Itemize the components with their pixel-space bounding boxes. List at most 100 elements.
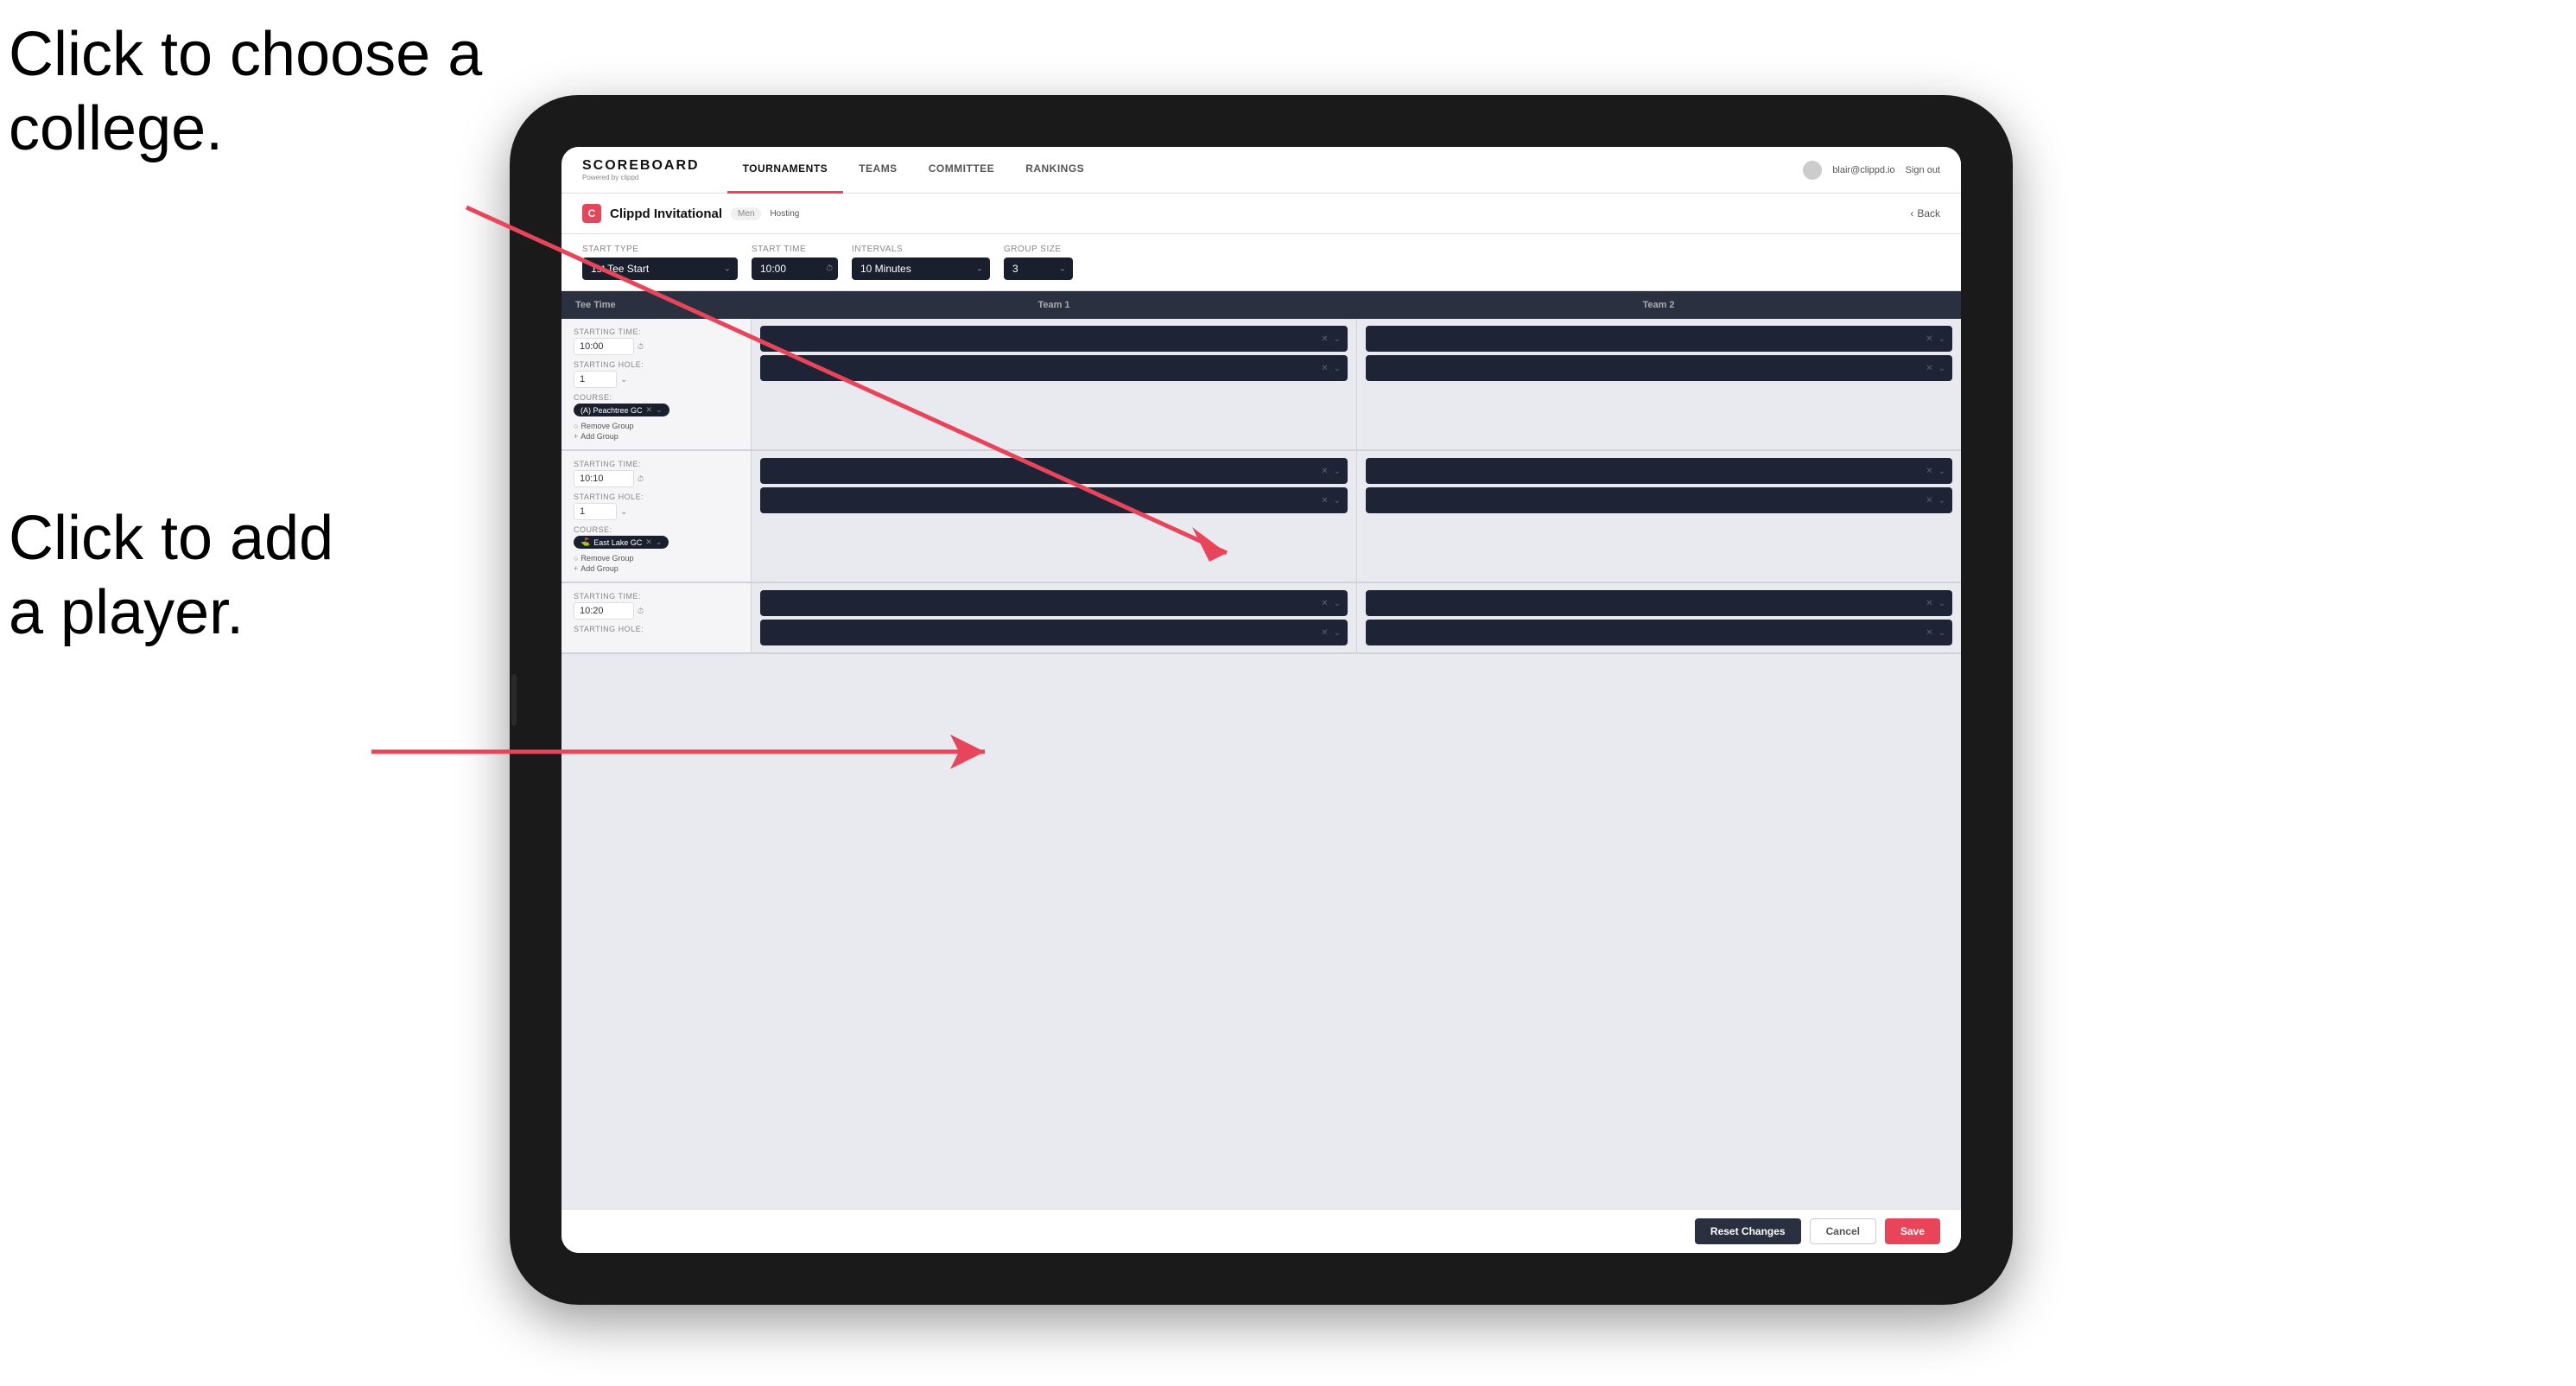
group-team2-2: ✕ ⌄ ✕ ⌄ <box>1356 451 1961 582</box>
reset-button[interactable]: Reset Changes <box>1695 1218 1801 1244</box>
slot-arrow-2-t2-1[interactable]: ⌄ <box>1938 467 1945 476</box>
starting-hole-input-1[interactable] <box>574 371 617 388</box>
sign-out-link[interactable]: Sign out <box>1906 165 1940 175</box>
event-title-row: C Clippd Invitational Men Hosting <box>582 204 799 223</box>
slot-x-2-t2-2[interactable]: ✕ <box>1926 496 1932 505</box>
starting-time-input-3[interactable] <box>574 602 634 620</box>
starting-time-input-1[interactable] <box>574 338 634 355</box>
course-arrow-btn-2[interactable]: ⌄ <box>656 537 663 547</box>
annotation-bottom: Click to add a player. <box>9 501 333 651</box>
starting-time-input-2[interactable] <box>574 470 634 487</box>
remove-icon-2: ○ <box>574 554 578 563</box>
player-slot-1-t2-2[interactable]: ✕ ⌄ <box>1366 355 1952 381</box>
course-label-2: COURSE: <box>574 525 739 534</box>
course-tag-1[interactable]: (A) Peachtree GC ✕ ⌄ <box>574 404 669 416</box>
start-type-select-wrapper: 1st Tee Start <box>582 257 738 280</box>
slot-arrow-3-t2-1[interactable]: ⌄ <box>1938 599 1945 608</box>
slot-arrow-t2-2[interactable]: ⌄ <box>1938 364 1945 373</box>
logo-subtitle: Powered by clippd <box>582 174 700 181</box>
player-slot-1-t2-1[interactable]: ✕ ⌄ <box>1366 326 1952 352</box>
time-icon-3: ⏱ <box>638 607 644 616</box>
start-time-input[interactable] <box>752 257 838 280</box>
intervals-select-wrapper: 10 Minutes <box>852 257 990 280</box>
slot-arrow-3-2[interactable]: ⌄ <box>1334 628 1341 638</box>
player-slot-3-t2-2[interactable]: ✕ ⌄ <box>1366 620 1952 645</box>
slot-x-2-t2-1[interactable]: ✕ <box>1926 467 1932 476</box>
tee-table: STARTING TIME: ⏱ STARTING HOLE: ⌄ COURSE… <box>562 319 1961 1209</box>
group-team1-3: ✕ ⌄ ✕ ⌄ <box>752 583 1356 652</box>
slot-x-2-2[interactable]: ✕ <box>1321 496 1328 505</box>
slot-x-t2-2[interactable]: ✕ <box>1926 364 1932 373</box>
player-slot-1-2[interactable]: ✕ ⌄ <box>760 355 1348 381</box>
slot-arrow-2-t2-2[interactable]: ⌄ <box>1938 496 1945 505</box>
tab-committee[interactable]: Committee <box>913 147 1011 194</box>
nav-tabs: Tournaments Teams Committee Rankings <box>727 147 1804 194</box>
group-row-3: STARTING TIME: ⏱ STARTING HOLE: ✕ <box>562 583 1961 654</box>
player-slot-3-2[interactable]: ✕ ⌄ <box>760 620 1348 645</box>
player-slot-2-2[interactable]: ✕ ⌄ <box>760 487 1348 513</box>
slot-x-t2-1[interactable]: ✕ <box>1926 334 1932 344</box>
group-team1-2: ✕ ⌄ ✕ ⌄ <box>752 451 1356 582</box>
player-slot-2-t2-1[interactable]: ✕ ⌄ <box>1366 458 1952 484</box>
slot-arrow-btn-2[interactable]: ⌄ <box>1334 364 1341 373</box>
slot-arrow-btn[interactable]: ⌄ <box>1334 334 1341 344</box>
starting-hole-label-3: STARTING HOLE: <box>574 625 739 633</box>
tab-tournaments[interactable]: Tournaments <box>727 147 844 194</box>
group-size-label: Group Size <box>1004 245 1073 254</box>
player-slot-2-t2-2[interactable]: ✕ ⌄ <box>1366 487 1952 513</box>
add-group-link-1[interactable]: + Add Group <box>574 432 739 441</box>
course-tag-text-1: (A) Peachtree GC <box>581 406 643 415</box>
starting-hole-label-1: STARTING HOLE: <box>574 360 739 369</box>
nav-right: blair@clippd.io Sign out <box>1803 161 1940 180</box>
sub-header: C Clippd Invitational Men Hosting ‹ Back <box>562 194 1961 234</box>
player-slot-2-1[interactable]: ✕ ⌄ <box>760 458 1348 484</box>
player-slot-3-t2-1[interactable]: ✕ ⌄ <box>1366 590 1952 616</box>
slot-x-3-2[interactable]: ✕ <box>1321 628 1328 638</box>
hole-arrow-2: ⌄ <box>620 507 627 517</box>
slot-x-2-1[interactable]: ✕ <box>1321 467 1328 476</box>
starting-time-label-2: STARTING TIME: <box>574 460 739 468</box>
remove-group-link-2[interactable]: ○ Remove Group <box>574 554 739 563</box>
course-remove-btn-2[interactable]: ✕ <box>645 537 652 547</box>
slot-x-3-t2-1[interactable]: ✕ <box>1926 599 1932 608</box>
group-left-3: STARTING TIME: ⏱ STARTING HOLE: <box>562 583 752 652</box>
intervals-group: Intervals 10 Minutes <box>852 245 990 280</box>
slot-x-3-t2-2[interactable]: ✕ <box>1926 628 1932 638</box>
save-button[interactable]: Save <box>1885 1218 1940 1244</box>
time-icon-2: ⏱ <box>638 474 644 484</box>
player-slot-3-1[interactable]: ✕ ⌄ <box>760 590 1348 616</box>
remove-group-link-1[interactable]: ○ Remove Group <box>574 422 739 430</box>
player-slot-1-1[interactable]: ✕ ⌄ <box>760 326 1348 352</box>
slot-arrow-3-t2-2[interactable]: ⌄ <box>1938 628 1945 638</box>
tablet-screen: SCOREBOARD Powered by clippd Tournaments… <box>562 147 1961 1253</box>
slot-arrow-3-1[interactable]: ⌄ <box>1334 599 1341 608</box>
group-links-1: ○ Remove Group + Add Group <box>574 422 739 441</box>
starting-time-label-1: STARTING TIME: <box>574 327 739 336</box>
back-button[interactable]: ‹ Back <box>1910 207 1940 219</box>
slot-arrow-t2-1[interactable]: ⌄ <box>1938 334 1945 344</box>
start-type-label: Start Type <box>582 245 738 254</box>
cancel-button[interactable]: Cancel <box>1810 1218 1876 1244</box>
remove-icon-1: ○ <box>574 422 578 430</box>
course-tag-text-2: East Lake GC <box>593 538 642 547</box>
tab-rankings[interactable]: Rankings <box>1010 147 1100 194</box>
course-tag-2[interactable]: ⛳ East Lake GC ✕ ⌄ <box>574 536 669 549</box>
clippd-logo: C <box>582 204 601 223</box>
slot-x-btn[interactable]: ✕ <box>1321 334 1328 344</box>
intervals-select[interactable]: 10 Minutes <box>852 257 990 280</box>
add-group-link-2[interactable]: + Add Group <box>574 564 739 573</box>
starting-hole-input-2[interactable] <box>574 503 617 520</box>
course-remove-btn-1[interactable]: ✕ <box>646 405 653 415</box>
intervals-label: Intervals <box>852 245 990 254</box>
slot-arrow-2-1[interactable]: ⌄ <box>1334 467 1341 476</box>
hosting-badge: Hosting <box>770 209 799 219</box>
th-team1: Team 1 <box>752 291 1356 319</box>
slot-x-3-1[interactable]: ✕ <box>1321 599 1328 608</box>
tab-teams[interactable]: Teams <box>843 147 913 194</box>
group-size-select[interactable]: 3 <box>1004 257 1073 280</box>
start-type-select[interactable]: 1st Tee Start <box>582 257 738 280</box>
slot-arrow-2-2[interactable]: ⌄ <box>1334 496 1341 505</box>
slot-x-btn-2[interactable]: ✕ <box>1321 364 1328 373</box>
time-icon-1: ⏱ <box>638 342 644 352</box>
course-arrow-btn-1[interactable]: ⌄ <box>656 405 663 415</box>
